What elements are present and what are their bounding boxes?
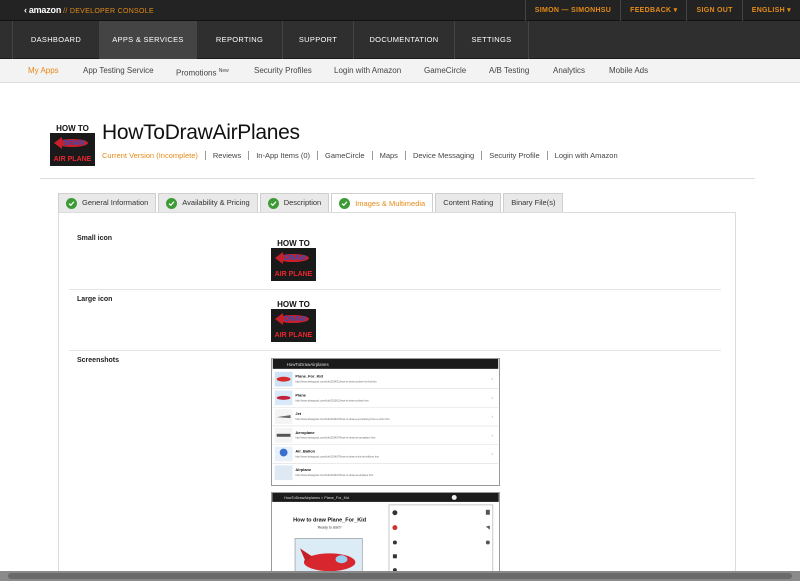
link-in-app-items[interactable]: In-App Items (0)	[248, 151, 317, 160]
nav-reporting[interactable]: REPORTING	[196, 21, 282, 59]
subnav-my-apps[interactable]: My Apps	[28, 59, 59, 83]
row-divider	[69, 350, 721, 351]
header-divider	[40, 178, 755, 179]
large-icon-image[interactable]: HOW TO DRAW AIR PLANE	[271, 297, 316, 342]
tab-images-multimedia[interactable]: Images & Multimedia	[331, 193, 434, 213]
small-icon-image[interactable]: HOW TO DRAW AIR PLANE	[271, 236, 316, 281]
subnav-mobile-ads[interactable]: Mobile Ads	[609, 59, 648, 83]
tab-label: Content Rating	[443, 198, 494, 207]
nav-documentation[interactable]: DOCUMENTATION	[353, 21, 454, 59]
svg-text:HowToDrawAirplanes: HowToDrawAirplanes	[287, 362, 330, 367]
feedback-menu[interactable]: FEEDBACK ▾	[620, 0, 686, 21]
link-maps[interactable]: Maps	[371, 151, 405, 160]
tab-general-information[interactable]: General Information	[58, 193, 157, 212]
sub-nav: My Apps App Testing Service Promotions N…	[0, 59, 800, 83]
language-menu[interactable]: ENGLISH ▾	[741, 0, 800, 21]
check-icon	[66, 197, 77, 209]
back-chevron-icon: ‹	[24, 5, 27, 15]
link-current-version[interactable]: Current Version (Incomplete)	[102, 151, 205, 160]
svg-text:AIR PLANE: AIR PLANE	[275, 332, 313, 339]
new-badge: New	[218, 68, 229, 74]
images-multimedia-panel: Small icon HOW TO DRAW AIR PLANE Large i…	[58, 212, 736, 581]
tab-bar: General Information Availability & Prici…	[58, 193, 565, 213]
screenshot-1[interactable]: HowToDrawAirplanes Plane_For_Kid http://…	[271, 358, 500, 486]
scrollbar-thumb[interactable]	[8, 573, 792, 579]
app-icon: HOW TO DRAW AIR PLANE	[50, 121, 95, 166]
svg-text:http://www.drawgood.com/club/2: http://www.drawgood.com/club/2013/11/how…	[295, 398, 368, 402]
top-bar: ‹ amazon// DEVELOPER CONSOLE SIMON — SIMO…	[0, 0, 800, 21]
amazon-logo[interactable]: ‹ amazon// DEVELOPER CONSOLE	[24, 5, 154, 15]
tab-label: General Information	[82, 198, 149, 207]
check-icon	[166, 197, 178, 209]
svg-text:http://www.drawgood.com/club/2: http://www.drawgood.com/club/2014/07/how…	[295, 454, 379, 458]
nav-apps-services[interactable]: APPS & SERVICES	[99, 21, 196, 59]
tab-label: Description	[283, 198, 322, 207]
row-divider	[69, 289, 721, 290]
subnav-security-profiles[interactable]: Security Profiles	[254, 59, 312, 83]
svg-text:Aeroplane: Aeroplane	[295, 430, 315, 435]
svg-text:http://www.drawgood.com/club/2: http://www.drawgood.com/club/2014/07/how…	[295, 473, 373, 477]
main-nav: DASHBOARD APPS & SERVICES REPORTING SUPP…	[0, 21, 800, 59]
promotions-label: Promotions	[176, 68, 217, 78]
logo-text: amazon	[28, 5, 62, 15]
svg-text:DRAW: DRAW	[63, 140, 85, 147]
svg-text:Plane_For_Kid: Plane_For_Kid	[295, 374, 323, 379]
sign-out-link[interactable]: SIGN OUT	[686, 0, 741, 21]
svg-text:HowToDrawAirplanes > Plane_F: HowToDrawAirplanes > Plane_For_Kid	[284, 496, 349, 500]
tab-content-rating[interactable]: Content Rating	[435, 193, 502, 212]
svg-text:Jet: Jet	[295, 411, 301, 416]
tab-description[interactable]: Description	[259, 193, 330, 212]
screenshots-label: Screenshots	[77, 357, 120, 364]
svg-text:AIR PLANE: AIR PLANE	[275, 271, 313, 278]
svg-text:HOW TO: HOW TO	[277, 239, 310, 248]
link-gamecircle[interactable]: GameCircle	[317, 151, 372, 160]
tab-label: Images & Multimedia	[355, 198, 426, 208]
link-reviews[interactable]: Reviews	[204, 151, 248, 160]
app-title: HowToDrawAirPlanes	[102, 121, 300, 144]
svg-text:http://www.drawgood.com/club/2: http://www.drawgood.com/club/2014/11/how…	[295, 380, 376, 384]
nav-support[interactable]: SUPPORT	[282, 21, 353, 59]
svg-text:How to draw Plane_For_Kid: How to draw Plane_For_Kid	[293, 518, 366, 524]
subnav-gamecircle[interactable]: GameCircle	[424, 59, 466, 83]
svg-text:Airplane: Airplane	[295, 467, 312, 472]
svg-text:Air_Ballon: Air_Ballon	[295, 449, 315, 454]
screenshot-2[interactable]: HowToDrawAirplanes > Plane_For_Kid How t…	[271, 492, 500, 581]
developer-console-label: // DEVELOPER CONSOLE	[63, 8, 154, 15]
check-icon	[267, 197, 279, 209]
user-menu[interactable]: SIMON — SIMONHSU	[524, 0, 620, 21]
tab-label: Binary File(s)	[511, 198, 556, 207]
large-icon-label: Large icon	[77, 296, 113, 303]
nav-settings[interactable]: SETTINGS	[454, 21, 529, 59]
tab-label: Availability & Pricing	[182, 198, 250, 207]
svg-text:http://www.drawgood.com/club/2: http://www.drawgood.com/club/2014/07/how…	[295, 436, 375, 440]
svg-text:Plane: Plane	[295, 392, 306, 397]
nav-dashboard[interactable]: DASHBOARD	[12, 21, 99, 59]
link-login-with-amazon[interactable]: Login with Amazon	[546, 151, 625, 160]
svg-text:HOW TO: HOW TO	[277, 300, 310, 309]
app-links: Current Version (Incomplete) Reviews In-…	[102, 151, 625, 160]
small-icon-label: Small icon	[77, 235, 113, 242]
svg-text:Ready to start?: Ready to start?	[318, 526, 342, 530]
svg-text:DRAW: DRAW	[284, 255, 306, 262]
tab-binary-files[interactable]: Binary File(s)	[503, 193, 564, 212]
svg-text:HOW TO: HOW TO	[56, 124, 89, 133]
svg-text:http://www.drawgood.com/club/2: http://www.drawgood.com/club/2014/07/how…	[295, 417, 389, 421]
check-icon	[339, 198, 351, 209]
svg-text:AIR PLANE: AIR PLANE	[54, 156, 92, 163]
link-security-profile[interactable]: Security Profile	[481, 151, 546, 160]
subnav-promotions[interactable]: Promotions New	[176, 59, 229, 83]
svg-text:DRAW: DRAW	[284, 316, 306, 323]
subnav-analytics[interactable]: Analytics	[553, 59, 585, 83]
subnav-login-with-amazon[interactable]: Login with Amazon	[334, 59, 401, 83]
link-device-messaging[interactable]: Device Messaging	[404, 151, 481, 160]
subnav-ab-testing[interactable]: A/B Testing	[489, 59, 529, 83]
tab-availability-pricing[interactable]: Availability & Pricing	[158, 193, 258, 212]
subnav-app-testing-service[interactable]: App Testing Service	[83, 59, 154, 83]
